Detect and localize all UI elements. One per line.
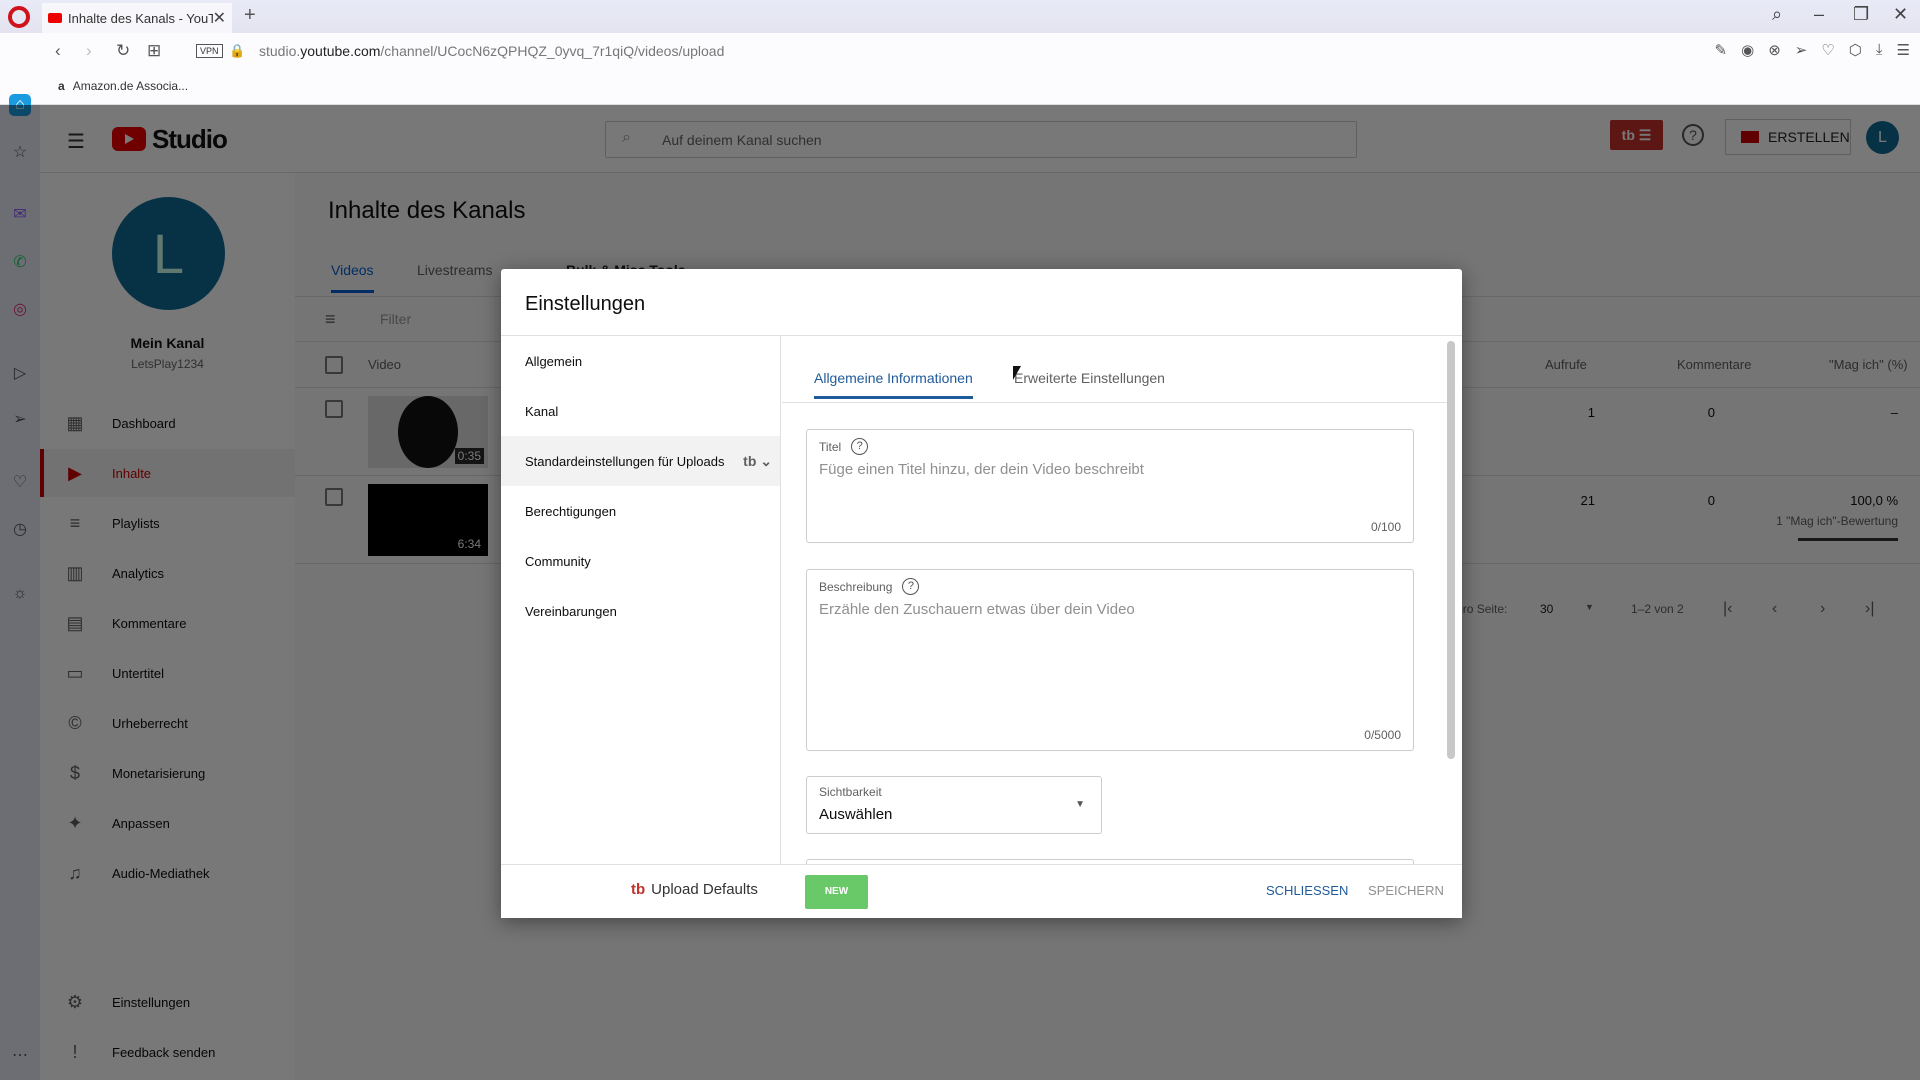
menu-item-label: Berechtigungen — [525, 503, 617, 519]
lock-icon[interactable]: 🔒 — [229, 43, 245, 59]
dialog-scrollbar[interactable] — [1447, 341, 1455, 759]
easy-setup-icon[interactable]: ☰ — [1897, 41, 1910, 59]
close-button[interactable]: SCHLIESSEN — [1266, 883, 1348, 898]
menu-item-label: Kanal — [525, 403, 559, 419]
description-field[interactable]: Beschreibung? Erzähle den Zuschauern etw… — [806, 569, 1414, 751]
upload-defaults-label: Upload Defaults — [651, 881, 758, 898]
settings-dialog: Einstellungen Allgemein Kanal Standardei… — [501, 269, 1462, 918]
new-badge[interactable]: NEW — [805, 875, 868, 909]
settings-tabs: Allgemeine Informationen Erweiterte Eins… — [782, 336, 1447, 403]
bookmark-label: Amazon.de Associa... — [72, 79, 189, 93]
bookmarks-bar: a Amazon.de Associa... — [0, 70, 1920, 105]
menu-item-label: Community — [525, 553, 591, 569]
browser-tab[interactable]: Inhalte des Kanals - YouTube ✕ — [42, 3, 232, 33]
url-field[interactable]: studio.youtube.com/channel/UCocN6zQPHQZ_… — [259, 43, 724, 59]
title-label-text: Titel — [819, 439, 842, 454]
settings-menu-upload-defaults[interactable]: Standardeinstellungen für Uploads tb ⌄ — [501, 436, 780, 486]
tubebuddy-chevron-icon[interactable]: tb ⌄ — [743, 453, 772, 470]
visibility-select[interactable]: Sichtbarkeit Auswählen ▼ — [806, 776, 1102, 834]
tab-erweiterte-einstellungen[interactable]: Erweiterte Einstellungen — [1014, 370, 1165, 386]
description-placeholder: Erzähle den Zuschauern etwas über dein V… — [819, 601, 1135, 618]
title-label: Titel? — [819, 438, 869, 455]
camera-icon[interactable]: ◉ — [1741, 41, 1754, 59]
vpn-badge[interactable]: VPN — [196, 44, 223, 58]
title-placeholder: Füge einen Titel hinzu, der dein Video b… — [819, 461, 1144, 478]
minimize-button[interactable]: – — [1814, 4, 1824, 25]
address-bar: ‹ › ↻ ⊞ VPN 🔒 studio.youtube.com/channel… — [0, 33, 1920, 70]
amazon-icon: a — [58, 79, 65, 93]
mouse-cursor-icon — [1013, 366, 1021, 380]
title-counter: 0/100 — [1370, 520, 1401, 534]
url-domain: youtube.com — [300, 43, 381, 59]
tab-title: Inhalte des Kanals - YouTube — [68, 10, 213, 26]
tubebuddy-logo-icon: tb — [631, 881, 646, 898]
upload-defaults-brand: tb Upload Defaults — [631, 881, 758, 898]
help-icon[interactable]: ? — [851, 438, 869, 455]
snap-icon[interactable]: ✎ — [1715, 41, 1728, 59]
restore-button[interactable]: ❐ — [1853, 4, 1869, 25]
download-icon[interactable]: ⤓ — [1876, 41, 1883, 59]
description-label-text: Beschreibung — [819, 579, 893, 594]
menu-item-label: Allgemein — [525, 353, 583, 369]
heart-icon[interactable]: ♡ — [1821, 41, 1834, 59]
url-path: /channel/UCocN6zQPHQZ_0yvq_7r1qiQ/videos… — [380, 43, 725, 59]
browser-toolbar: ✎ ◉ ⊗ ➢ ♡ ⬡ ⤓ ☰ — [1715, 41, 1910, 59]
back-button[interactable]: ‹ — [55, 41, 61, 61]
opera-logo-icon[interactable] — [8, 6, 30, 28]
browser-search-icon[interactable]: ⌕ — [1772, 4, 1782, 25]
menu-item-label: Vereinbarungen — [525, 603, 617, 619]
visibility-value: Auswählen — [819, 806, 893, 823]
save-button[interactable]: SPEICHERN — [1368, 883, 1444, 898]
browser-tab-bar: Inhalte des Kanals - YouTube ✕ + ⌕ – ❐ ✕ — [0, 0, 1920, 33]
menu-item-label: Standardeinstellungen für Uploads — [525, 453, 725, 469]
description-label: Beschreibung? — [819, 578, 920, 595]
dialog-footer: tb Upload Defaults NEW SCHLIESSEN SPEICHE… — [501, 864, 1462, 918]
new-tab-button[interactable]: + — [244, 4, 256, 27]
settings-menu-allgemein[interactable]: Allgemein — [501, 336, 780, 386]
forward-button[interactable]: › — [86, 41, 92, 61]
url-prefix: studio. — [259, 43, 301, 59]
send-icon[interactable]: ➢ — [1795, 41, 1808, 59]
settings-menu-community[interactable]: Community — [501, 536, 780, 586]
description-counter: 0/5000 — [1364, 728, 1401, 742]
tab-close-icon[interactable]: ✕ — [213, 8, 226, 28]
youtube-favicon-icon — [48, 13, 62, 23]
visibility-label: Sichtbarkeit — [819, 785, 882, 799]
title-field[interactable]: Titel? Füge einen Titel hinzu, der dein … — [806, 429, 1414, 543]
speed-dial-icon[interactable]: ⊞ — [147, 41, 161, 61]
dialog-title: Einstellungen — [525, 293, 646, 315]
adblock-icon[interactable]: ⊗ — [1768, 41, 1781, 59]
settings-menu-vereinbarungen[interactable]: Vereinbarungen — [501, 586, 780, 636]
settings-menu: Allgemein Kanal Standardeinstellungen fü… — [501, 336, 781, 864]
bookmark-item[interactable]: a Amazon.de Associa... — [58, 79, 188, 93]
window-close-button[interactable]: ✕ — [1893, 4, 1908, 25]
dropdown-arrow-icon: ▼ — [1075, 799, 1085, 810]
help-icon[interactable]: ? — [902, 578, 920, 595]
reload-button[interactable]: ↻ — [116, 41, 130, 61]
settings-menu-kanal[interactable]: Kanal — [501, 386, 780, 436]
tab-allgemeine-informationen[interactable]: Allgemeine Informationen — [814, 370, 973, 399]
extensions-icon[interactable]: ⬡ — [1849, 41, 1862, 59]
settings-menu-berechtigungen[interactable]: Berechtigungen — [501, 486, 780, 536]
